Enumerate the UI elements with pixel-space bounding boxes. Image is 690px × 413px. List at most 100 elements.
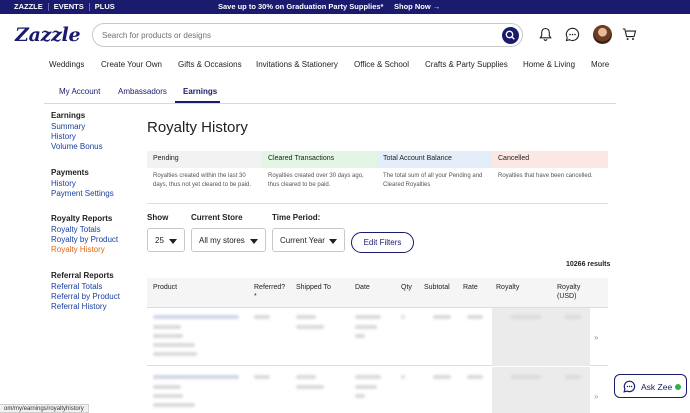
col-qty[interactable]: Qty (401, 284, 412, 291)
sidebar-heading-royalty-reports: Royalty Reports (51, 214, 113, 223)
nav-office-school[interactable]: Office & School (354, 60, 409, 69)
legend-pending: Pending Royalties created within the las… (147, 151, 262, 204)
royalty-column-shade (492, 367, 590, 413)
legend-total-title: Total Account Balance (377, 151, 492, 168)
redacted-cell (355, 394, 365, 398)
redacted-cell (153, 385, 181, 389)
tab-ambassadors[interactable]: Ambassadors (118, 87, 167, 96)
redacted-cell (153, 325, 181, 329)
table-row[interactable]: » (147, 308, 608, 366)
legend-cancelled-desc: Royalties that have been cancelled. (498, 173, 593, 179)
nav-invitations-stationery[interactable]: Invitations & Stationery (256, 60, 338, 69)
expand-row-icon[interactable]: » (594, 333, 598, 342)
show-select[interactable]: 25 (147, 228, 185, 252)
search-bar (92, 23, 523, 47)
redacted-cell (433, 375, 451, 379)
events-link[interactable]: EVENTS (49, 3, 90, 11)
show-value: 25 (155, 236, 164, 245)
chevron-down-icon (329, 239, 337, 244)
redacted-cell (153, 352, 197, 356)
chevron-down-icon (250, 239, 258, 244)
col-referred[interactable]: Referred? (254, 284, 285, 291)
promo-bar: ZAZZLE EVENTS PLUS Save up to 30% on Gra… (0, 0, 690, 14)
redacted-cell (433, 315, 451, 319)
nav-home-living[interactable]: Home & Living (523, 60, 575, 69)
legend-total-desc: The total sum of all your Pending and Cl… (383, 173, 483, 188)
legend-cancelled-title: Cancelled (492, 151, 608, 168)
nav-create-your-own[interactable]: Create Your Own (101, 60, 162, 69)
sidebar-royalty-group: Royalty Reports Royalty Totals Royalty b… (51, 214, 118, 255)
sidebar-heading-payments: Payments (51, 168, 89, 177)
col-date[interactable]: Date (355, 284, 370, 291)
nav-weddings[interactable]: Weddings (49, 60, 84, 69)
table-header: Product Referred? * Shipped To Date Qty … (147, 278, 608, 308)
status-legend: Pending Royalties created within the las… (147, 151, 608, 204)
category-nav: Weddings Create Your Own Gifts & Occasio… (0, 60, 690, 72)
sidebar-item-summary[interactable]: Summary (51, 122, 103, 132)
col-rate[interactable]: Rate (463, 284, 478, 291)
chat-label: Ask Zee (641, 382, 673, 392)
sidebar-item-royalty-history[interactable]: Royalty History (51, 245, 118, 255)
sidebar-item-history[interactable]: History (51, 132, 103, 142)
legend-total-balance: Total Account Balance The total sum of a… (377, 151, 492, 204)
plus-link[interactable]: PLUS (90, 3, 120, 11)
search-icon (505, 30, 515, 40)
bell-icon[interactable] (537, 26, 554, 43)
search-input[interactable] (102, 28, 492, 43)
sidebar-item-payment-settings[interactable]: Payment Settings (51, 189, 114, 199)
period-select[interactable]: Current Year (272, 228, 345, 252)
period-value: Current Year (280, 236, 325, 245)
ask-zee-chat-button[interactable]: Ask Zee (614, 374, 687, 398)
edit-filters-button[interactable]: Edit Filters (351, 232, 414, 253)
zazzle-link[interactable]: ZAZZLE (14, 3, 49, 11)
redacted-cell (355, 315, 381, 319)
sidebar-item-referral-by-product[interactable]: Referral by Product (51, 292, 120, 302)
sidebar-item-payment-history[interactable]: History (51, 179, 114, 189)
redacted-cell (153, 315, 239, 319)
nav-gifts-occasions[interactable]: Gifts & Occasions (178, 60, 242, 69)
col-shipped-to[interactable]: Shipped To (296, 284, 331, 291)
nav-crafts-party-supplies[interactable]: Crafts & Party Supplies (425, 60, 508, 69)
nav-more[interactable]: More (591, 60, 609, 69)
col-product[interactable]: Product (153, 284, 177, 291)
sidebar-item-royalty-by-product[interactable]: Royalty by Product (51, 235, 118, 245)
avatar[interactable] (593, 25, 612, 44)
show-label: Show (147, 213, 169, 222)
redacted-cell (355, 375, 381, 379)
cart-icon[interactable] (621, 26, 638, 43)
sidebar-item-referral-history[interactable]: Referral History (51, 302, 120, 312)
chat-bubble-icon[interactable] (564, 26, 581, 43)
zazzle-logo[interactable]: Zazzle (15, 24, 81, 46)
tab-earnings[interactable]: Earnings (183, 87, 217, 96)
shop-now-link[interactable]: Shop Now → (394, 3, 440, 11)
store-select[interactable]: All my stores (191, 228, 266, 252)
legend-cleared: Cleared Transactions Royalties created o… (262, 151, 377, 204)
sidebar-earnings-group: Earnings Summary History Volume Bonus (51, 111, 103, 152)
results-count: 10266 results (566, 261, 611, 268)
col-subtotal[interactable]: Subtotal (424, 284, 450, 291)
brand-links: ZAZZLE EVENTS PLUS (14, 3, 120, 11)
redacted-cell (467, 315, 483, 319)
redacted-cell (511, 315, 541, 319)
promo-text[interactable]: Save up to 30% on Graduation Party Suppl… (218, 3, 383, 11)
redacted-cell (355, 325, 377, 329)
sidebar-item-royalty-totals[interactable]: Royalty Totals (51, 225, 118, 235)
active-tab-indicator (175, 101, 220, 103)
col-royalty[interactable]: Royalty (496, 284, 519, 291)
redacted-cell (565, 375, 581, 379)
sidebar-item-referral-totals[interactable]: Referral Totals (51, 282, 120, 292)
tab-my-account[interactable]: My Account (59, 87, 100, 96)
redacted-cell (296, 375, 316, 379)
sidebar-item-volume-bonus[interactable]: Volume Bonus (51, 142, 103, 152)
table-row[interactable]: » (147, 367, 608, 413)
col-royalty-usd[interactable]: Royalty (557, 284, 580, 291)
redacted-cell (153, 343, 195, 347)
account-tabs: My Account Ambassadors Earnings (44, 80, 616, 104)
expand-row-icon[interactable]: » (594, 392, 598, 401)
chevron-down-icon (169, 239, 177, 244)
search-button[interactable] (502, 27, 519, 44)
redacted-cell (254, 375, 270, 379)
redacted-cell (153, 403, 195, 407)
sidebar-payments-group: Payments History Payment Settings (51, 168, 114, 199)
sidebar-referral-group: Referral Reports Referral Totals Referra… (51, 271, 120, 312)
